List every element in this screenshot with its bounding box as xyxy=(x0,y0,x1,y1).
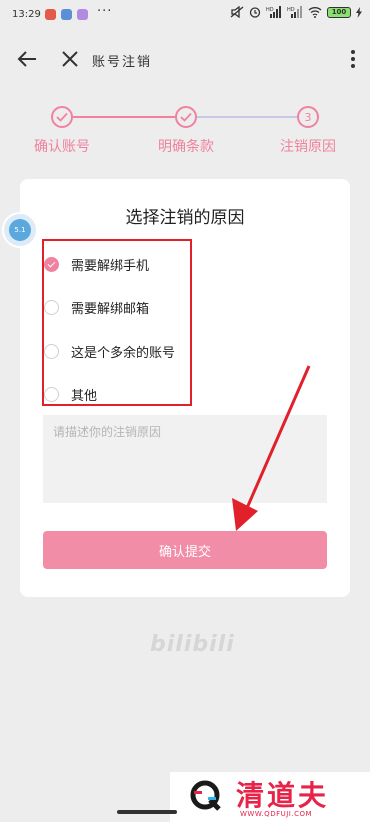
step-1-check-icon xyxy=(51,106,73,128)
step-2-check-icon xyxy=(175,106,197,128)
bilibili-logo: bilibili xyxy=(150,632,235,657)
sim2-signal-icon: HD xyxy=(287,6,302,18)
wifi-icon xyxy=(308,7,322,18)
svg-text:HD: HD xyxy=(287,7,295,13)
step-connector xyxy=(73,116,175,118)
bubble-badge: 5.1 xyxy=(9,219,31,241)
charging-icon xyxy=(356,6,362,18)
watermark-url: WWW.QDFUJI.COM xyxy=(240,810,313,818)
highlight-box xyxy=(42,239,192,406)
step-3-number: 3 xyxy=(297,106,319,128)
submit-button[interactable]: 确认提交 xyxy=(43,531,327,569)
more-options-icon[interactable] xyxy=(350,48,356,70)
page-title: 账号注销 xyxy=(92,55,153,70)
back-arrow-icon[interactable] xyxy=(16,48,38,70)
status-right-group: HD HD 100 xyxy=(230,6,362,18)
status-bar: 13:29 ··· HD HD 100 xyxy=(0,0,370,32)
reason-textarea[interactable] xyxy=(43,415,327,503)
step-1-label: 确认账号 xyxy=(34,139,90,155)
svg-text:HD: HD xyxy=(266,7,274,13)
nav-bar: 账号注销 xyxy=(0,32,370,88)
step-2-label: 明确条款 xyxy=(158,139,214,155)
status-time: 13:29 xyxy=(12,9,41,20)
sim1-signal-icon: HD xyxy=(266,6,281,18)
battery-icon: 100 xyxy=(327,6,351,18)
progress-steps: 3 确认账号 明确条款 注销原因 xyxy=(0,100,370,160)
close-icon[interactable] xyxy=(60,49,80,69)
more-notifications-icon: ··· xyxy=(97,4,113,19)
watermark: 清道夫 WWW.QDFUJI.COM xyxy=(170,772,370,822)
alarm-icon xyxy=(249,7,261,18)
shield-notification-icon xyxy=(61,9,72,20)
qdfuji-logo-icon xyxy=(190,780,221,811)
step-connector xyxy=(197,116,297,118)
app-badge-icon xyxy=(77,9,88,20)
card-title: 选择注销的原因 xyxy=(125,208,245,228)
mute-icon xyxy=(230,6,244,18)
watermark-title: 清道夫 xyxy=(236,779,330,812)
cancel-reason-card: 选择注销的原因 需要解绑手机 需要解绑邮箱 这是个多余的账号 其他 确认提交 xyxy=(20,179,350,597)
step-3-label: 注销原因 xyxy=(280,139,336,155)
floating-assistant-bubble[interactable]: 5.1 xyxy=(2,212,38,248)
home-indicator[interactable] xyxy=(117,810,177,814)
app-notification-icon xyxy=(45,9,56,20)
